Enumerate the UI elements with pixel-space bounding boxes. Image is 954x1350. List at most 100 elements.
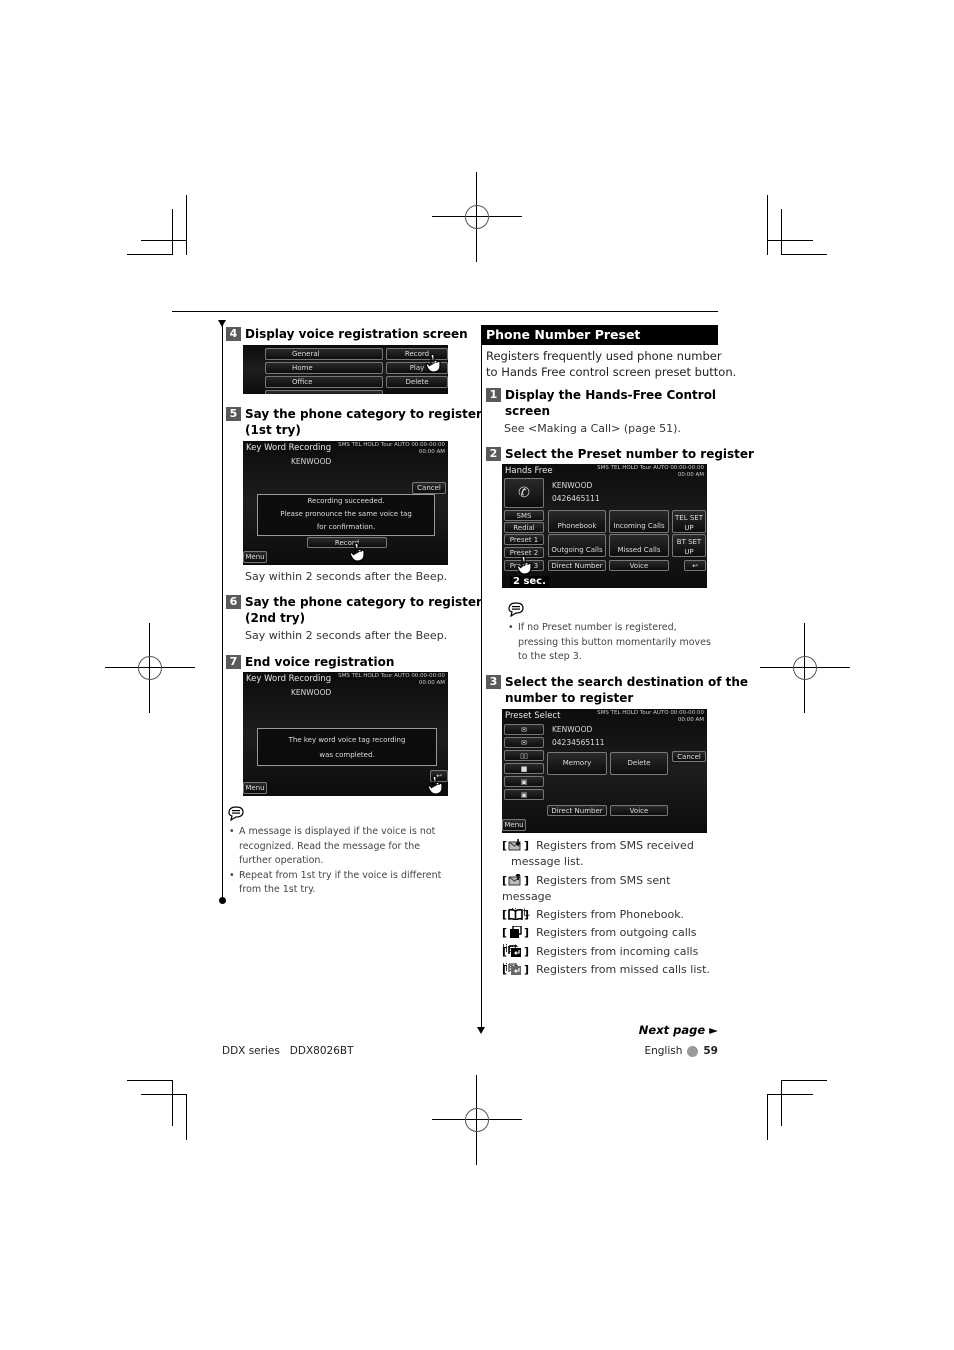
legend-item-phonebook: [] Registers from Phonebook. bbox=[502, 908, 685, 921]
phone-number: 0426465111 bbox=[552, 494, 600, 503]
phonebook-icon bbox=[508, 908, 523, 920]
flow-line bbox=[481, 345, 482, 1027]
registration-mark bbox=[432, 1075, 522, 1165]
hands-free-screen: Hands Free SMS TEL HOLD Tour AUTO 00:00-… bbox=[502, 464, 707, 588]
menu-button[interactable]: Menu bbox=[243, 782, 267, 794]
step-number: 7 bbox=[226, 655, 241, 669]
outgoing-calls-button[interactable]: ■ bbox=[504, 763, 544, 774]
incoming-calls-button[interactable]: Incoming Calls bbox=[609, 510, 669, 533]
preset-1-button[interactable]: Preset 1 bbox=[504, 534, 544, 545]
step-6-heading: 6 Say the phone category to register (2nd… bbox=[226, 594, 482, 626]
circle-icon bbox=[687, 1045, 699, 1057]
crop-mark bbox=[127, 1080, 173, 1081]
section-intro: Registers frequently used phone number t… bbox=[486, 349, 737, 379]
sms-sent-icon bbox=[508, 874, 521, 886]
sms-sent-button[interactable]: ✉ bbox=[504, 737, 544, 748]
message-box: The key word voice tag recording was com… bbox=[257, 728, 437, 766]
notes-list: A message is displayed if the voice is n… bbox=[229, 825, 451, 898]
category-mobile[interactable] bbox=[265, 390, 383, 394]
step-title: Display voice registration screen bbox=[245, 327, 468, 341]
device-name: KENWOOD bbox=[291, 688, 332, 697]
note-item: If no Preset number is registered, press… bbox=[508, 621, 713, 665]
step-6-description: Say within 2 seconds after the Beep. bbox=[245, 629, 448, 642]
preset-select-screen: Preset Select SMS TEL HOLD Tour AUTO 00:… bbox=[502, 709, 707, 833]
flow-end-dot bbox=[219, 897, 226, 904]
step-title: Select the Preset number to register bbox=[505, 447, 754, 461]
registration-mark bbox=[105, 623, 195, 713]
delete-button[interactable]: Delete bbox=[386, 376, 448, 388]
crop-mark bbox=[172, 1080, 173, 1126]
flow-line bbox=[222, 322, 223, 900]
redial-button[interactable]: Redial bbox=[504, 522, 544, 533]
outgoing-calls-button[interactable]: Outgoing Calls bbox=[548, 534, 606, 557]
category-home[interactable]: Home bbox=[265, 362, 383, 374]
registration-mark bbox=[432, 172, 522, 262]
step-number: 3 bbox=[486, 675, 501, 689]
sms-button[interactable]: SMS bbox=[504, 510, 544, 521]
header-rule bbox=[172, 311, 718, 312]
record-button[interactable]: Record bbox=[307, 537, 387, 548]
crop-mark bbox=[781, 1080, 827, 1081]
crop-mark bbox=[767, 1094, 768, 1140]
missed-calls-icon bbox=[508, 963, 522, 975]
notes-list: If no Preset number is registered, press… bbox=[508, 621, 713, 665]
page-number: 59 bbox=[703, 1045, 718, 1057]
outgoing-calls-icon bbox=[510, 926, 522, 938]
category-general[interactable]: General bbox=[265, 348, 383, 360]
footer-language: English bbox=[644, 1045, 683, 1057]
step-1-heading: 1 Display the Hands-Free Control screen bbox=[486, 387, 716, 419]
missed-calls-button[interactable]: ▣ bbox=[504, 789, 544, 800]
key-word-recording-screen-2: Key Word Recording SMS TEL HOLD Tour AUT… bbox=[243, 672, 448, 796]
bt-setup-button[interactable]: BT SET UP bbox=[672, 534, 706, 557]
step-title: Select the search destination of the numb… bbox=[505, 675, 749, 705]
sms-received-button[interactable]: ✉ bbox=[504, 724, 544, 735]
missed-calls-button[interactable]: Missed Calls bbox=[609, 534, 669, 557]
step-3-heading: 3 Select the search destination of the nu… bbox=[486, 674, 748, 706]
step-number: 1 bbox=[486, 388, 501, 402]
screen-title: Key Word Recording bbox=[246, 674, 332, 684]
footer-model: DDX series DDX8026BT bbox=[222, 1045, 354, 1057]
step-title: End voice registration bbox=[245, 655, 395, 669]
cancel-button[interactable]: Cancel bbox=[412, 482, 446, 494]
screen-title: Preset Select bbox=[505, 711, 561, 721]
note-icon bbox=[228, 806, 244, 821]
category-office[interactable]: Office bbox=[265, 376, 383, 388]
call-button[interactable]: ✆ bbox=[504, 478, 544, 508]
step-number: 5 bbox=[226, 407, 241, 421]
cancel-button[interactable]: Cancel bbox=[672, 751, 706, 762]
direct-number-button[interactable]: Direct Number bbox=[547, 805, 607, 816]
memory-button[interactable]: Memory bbox=[547, 752, 607, 775]
step-4-heading: 4 Display voice registration screen bbox=[226, 326, 468, 342]
step-title: Display the Hands-Free Control screen bbox=[505, 388, 717, 418]
incoming-calls-icon bbox=[508, 945, 522, 957]
step-5-heading: 5 Say the phone category to register (1st… bbox=[226, 406, 482, 438]
key-word-recording-screen-1: Key Word Recording SMS TEL HOLD Tour AUT… bbox=[243, 441, 448, 565]
voice-button[interactable]: Voice bbox=[609, 560, 669, 571]
tel-setup-button[interactable]: TEL SET UP bbox=[672, 510, 706, 533]
voice-button[interactable]: Voice bbox=[610, 805, 668, 816]
menu-button[interactable]: Menu bbox=[502, 819, 526, 831]
screen-title: Hands Free bbox=[505, 466, 553, 476]
voice-registration-screen: General Home Office Record Play Delete bbox=[243, 345, 448, 394]
message-box: Recording succeeded. Please pronounce th… bbox=[257, 494, 435, 536]
menu-button[interactable]: Menu bbox=[243, 551, 267, 563]
hand-pointer-icon bbox=[427, 775, 443, 795]
crop-mark bbox=[141, 1094, 187, 1095]
note-icon bbox=[508, 602, 524, 617]
next-page-link[interactable]: Next page ► bbox=[639, 1023, 718, 1037]
status-bar: SMS TEL HOLD Tour AUTO 00:00-00:00 00:00 … bbox=[338, 442, 445, 455]
crop-mark bbox=[127, 254, 173, 255]
phonebook-button[interactable]: Phonebook bbox=[548, 510, 606, 533]
phonebook-button[interactable]: ▯▯ bbox=[504, 750, 544, 761]
status-bar: SMS TEL HOLD Tour AUTO 00:00-00:00 00:00 … bbox=[597, 465, 704, 478]
delete-button[interactable]: Delete bbox=[610, 752, 668, 775]
direct-number-button[interactable]: Direct Number bbox=[548, 560, 606, 571]
step-number: 4 bbox=[226, 327, 241, 341]
sms-received-icon bbox=[508, 839, 521, 851]
return-button[interactable]: ↩ bbox=[684, 560, 706, 571]
hand-pointer-icon bbox=[349, 542, 365, 562]
hand-pointer-icon bbox=[425, 353, 441, 373]
incoming-calls-button[interactable]: ▣ bbox=[504, 776, 544, 787]
step-7-heading: 7 End voice registration bbox=[226, 654, 394, 670]
device-name: KENWOOD bbox=[552, 481, 593, 490]
